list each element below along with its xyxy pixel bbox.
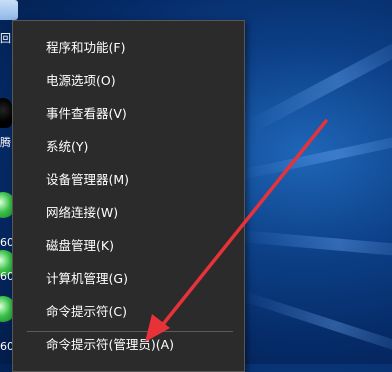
annotation-arrow — [145, 119, 328, 342]
annotation-arrow-shaft — [158, 119, 328, 330]
